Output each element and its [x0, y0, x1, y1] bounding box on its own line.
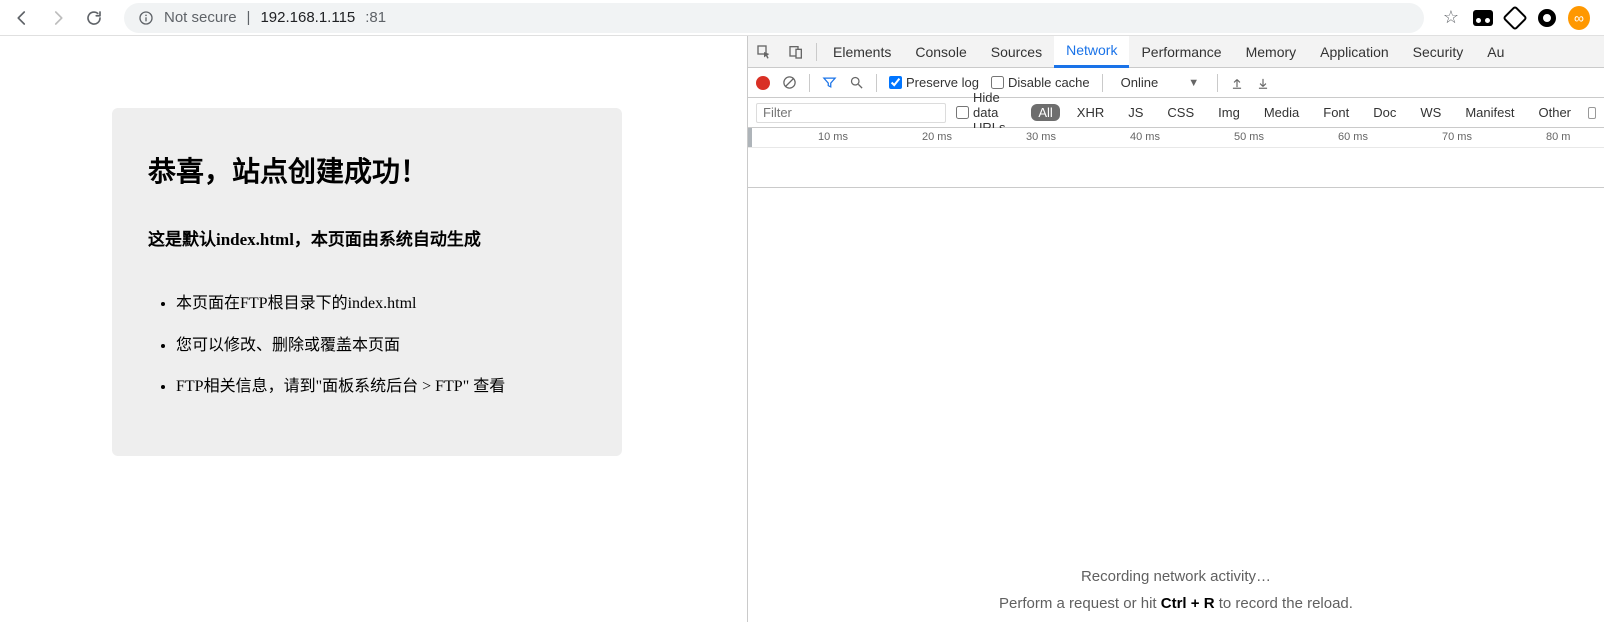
network-filter-bar: Hide data URLs All XHR JS CSS Img Media …: [748, 98, 1604, 128]
preserve-log-checkbox[interactable]: Preserve log: [889, 75, 979, 90]
extension-icon-2[interactable]: [1504, 7, 1526, 29]
page-heading: 恭喜，站点创建成功！: [148, 150, 586, 190]
list-item: FTP相关信息，请到"面板系统后台 > FTP" 查看: [176, 366, 586, 408]
record-button[interactable]: [756, 76, 770, 90]
filter-type-css[interactable]: CSS: [1160, 104, 1201, 121]
forward-button[interactable]: [44, 4, 72, 32]
download-har-icon[interactable]: [1256, 76, 1270, 90]
not-secure-label: Not secure: [164, 9, 237, 26]
timeline-tick: 10 ms: [818, 131, 848, 143]
filter-type-ws[interactable]: WS: [1413, 104, 1448, 121]
network-empty-state: Recording network activity… Perform a re…: [748, 188, 1604, 622]
network-toolbar: Preserve log Disable cache Online ▼: [748, 68, 1604, 98]
timeline-tick: 70 ms: [1442, 131, 1472, 143]
page-subtitle: 这是默认index.html，本页面由系统自动生成: [148, 226, 586, 253]
tab-application[interactable]: Application: [1308, 36, 1401, 68]
tab-memory[interactable]: Memory: [1234, 36, 1309, 68]
timeline-tick: 80 m: [1546, 131, 1570, 143]
extension-icons: ☆ ∞: [1440, 7, 1596, 29]
filter-type-js[interactable]: JS: [1121, 104, 1150, 121]
profile-avatar[interactable]: ∞: [1568, 7, 1590, 29]
device-toolbar-icon[interactable]: [780, 44, 812, 60]
list-item: 您可以修改、删除或覆盖本页面: [176, 325, 586, 367]
throttling-select[interactable]: Online ▼: [1115, 75, 1205, 90]
filter-icon[interactable]: [822, 75, 837, 90]
extension-icon-1[interactable]: [1472, 7, 1494, 29]
filter-type-img[interactable]: Img: [1211, 104, 1247, 121]
upload-har-icon[interactable]: [1230, 76, 1244, 90]
timeline-tick: 40 ms: [1130, 131, 1160, 143]
page-bullet-list: 本页面在FTP根目录下的index.html 您可以修改、删除或覆盖本页面 FT…: [148, 283, 586, 408]
empty-line1: Recording network activity…: [1081, 568, 1271, 585]
page-viewport: 恭喜，站点创建成功！ 这是默认index.html，本页面由系统自动生成 本页面…: [0, 36, 747, 622]
devtools-tabs: Elements Console Sources Network Perform…: [748, 36, 1604, 68]
network-timeline[interactable]: 10 ms 20 ms 30 ms 40 ms 50 ms 60 ms 70 m…: [748, 128, 1604, 188]
list-item: 本页面在FTP根目录下的index.html: [176, 283, 586, 325]
throttling-value: Online: [1121, 75, 1159, 90]
browser-toolbar: Not secure | 192.168.1.115 :81 ☆ ∞: [0, 0, 1604, 36]
filter-extra-box[interactable]: [1588, 107, 1596, 119]
url-host: 192.168.1.115: [260, 9, 355, 26]
filter-type-manifest[interactable]: Manifest: [1458, 104, 1521, 121]
timeline-ruler: 10 ms 20 ms 30 ms 40 ms 50 ms 60 ms 70 m…: [748, 128, 1604, 148]
tab-sources[interactable]: Sources: [979, 36, 1054, 68]
tab-security[interactable]: Security: [1401, 36, 1476, 68]
clear-icon[interactable]: [782, 75, 797, 90]
page-card: 恭喜，站点创建成功！ 这是默认index.html，本页面由系统自动生成 本页面…: [112, 108, 622, 456]
timeline-tick: 20 ms: [922, 131, 952, 143]
address-bar[interactable]: Not secure | 192.168.1.115 :81: [124, 3, 1424, 33]
tab-audits[interactable]: Au: [1475, 36, 1516, 68]
filter-type-doc[interactable]: Doc: [1366, 104, 1403, 121]
filter-type-media[interactable]: Media: [1257, 104, 1306, 121]
filter-type-xhr[interactable]: XHR: [1070, 104, 1111, 121]
bookmark-star-icon[interactable]: ☆: [1440, 7, 1462, 29]
devtools-panel: Elements Console Sources Network Perform…: [747, 36, 1604, 622]
timeline-tick: 50 ms: [1234, 131, 1264, 143]
filter-input[interactable]: [756, 103, 946, 123]
url-port: :81: [365, 9, 386, 26]
timeline-tick: 60 ms: [1338, 131, 1368, 143]
inspect-element-icon[interactable]: [748, 44, 780, 60]
tab-console[interactable]: Console: [903, 36, 978, 68]
disable-cache-checkbox[interactable]: Disable cache: [991, 75, 1090, 90]
extension-icon-3[interactable]: [1536, 7, 1558, 29]
timeline-tick: 30 ms: [1026, 131, 1056, 143]
back-button[interactable]: [8, 4, 36, 32]
search-icon[interactable]: [849, 75, 864, 90]
empty-line2: Perform a request or hit Ctrl + R to rec…: [999, 595, 1353, 612]
filter-type-other[interactable]: Other: [1531, 104, 1578, 121]
info-icon: [138, 10, 154, 26]
tab-performance[interactable]: Performance: [1129, 36, 1233, 68]
tab-elements[interactable]: Elements: [821, 36, 903, 68]
tab-network[interactable]: Network: [1054, 36, 1129, 68]
reload-button[interactable]: [80, 4, 108, 32]
filter-type-all[interactable]: All: [1031, 104, 1059, 121]
chevron-down-icon: ▼: [1188, 77, 1199, 89]
filter-type-font[interactable]: Font: [1316, 104, 1356, 121]
addr-separator: |: [247, 9, 251, 26]
